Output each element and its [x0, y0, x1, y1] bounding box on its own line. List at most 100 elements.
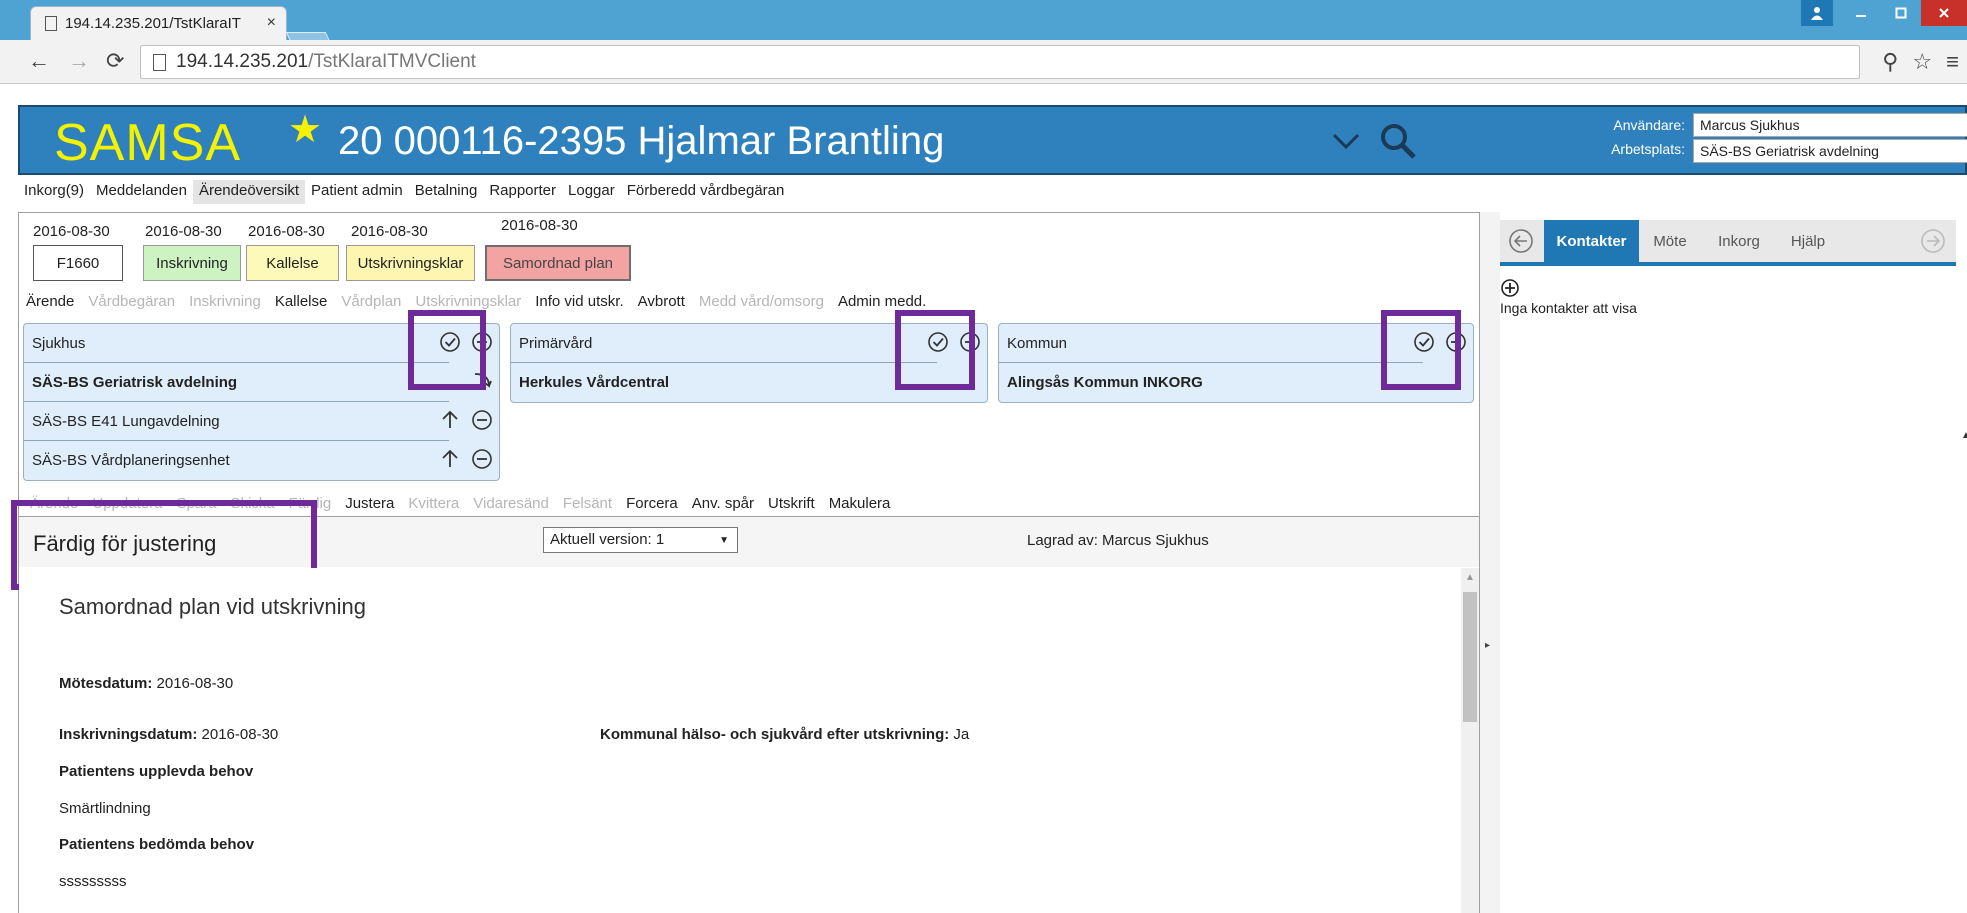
window-controls [1801, 0, 1967, 28]
primarvard-title: Primärvård [519, 334, 593, 352]
menu-patient-admin[interactable]: Patient admin [305, 180, 409, 204]
profile-icon[interactable] [1801, 0, 1833, 26]
sjukhus-unit: SÄS-BS Geriatrisk avdelning [32, 373, 238, 391]
side-tabs: Kontakter Möte Inkorg Hjälp [1500, 220, 1956, 266]
highlight-frame [408, 310, 486, 390]
arrow-up-icon[interactable] [439, 448, 461, 470]
reload-icon[interactable]: ⟳ [106, 48, 124, 74]
app-logo[interactable]: SAMSA [54, 113, 241, 173]
menu-betalning[interactable]: Betalning [409, 180, 484, 204]
arrow-right-circle-icon[interactable] [1920, 228, 1946, 254]
minus-circle-icon[interactable] [471, 448, 493, 470]
dropdown-arrow-icon: ▼ [719, 535, 729, 546]
kommunal-value: Ja [953, 726, 970, 743]
bedomda-label: Patientens bedömda behov [59, 836, 255, 853]
arrow-up-icon[interactable] [439, 409, 461, 431]
key-icon[interactable]: ⚲ [1882, 49, 1898, 75]
kommunal-label: Kommunal hälso- och sjukvård efter utskr… [600, 726, 950, 743]
action-makulera[interactable]: Makulera [822, 491, 898, 517]
action-justera[interactable]: Justera [338, 491, 401, 517]
menu-loggar[interactable]: Loggar [562, 180, 621, 204]
sjukhus-title-row: Sjukhus [24, 324, 492, 363]
bedomda-value: sssssssss [59, 873, 127, 890]
minimize-icon[interactable] [1841, 0, 1881, 26]
tab-close-icon[interactable]: × [267, 14, 276, 32]
step-kallelse[interactable]: Kallelse [246, 245, 339, 281]
version-select[interactable]: Aktuell version: 1 ▼ [543, 527, 738, 553]
primarvard-unit: Herkules Vårdcentral [519, 374, 670, 391]
tab-kontakter[interactable]: Kontakter [1544, 220, 1639, 262]
menu-inkorg[interactable]: Inkorg(9) [18, 180, 90, 204]
action-kvittera: Kvittera [408, 495, 460, 512]
search-icon[interactable] [1376, 119, 1420, 163]
user-label: Användare: [1613, 117, 1685, 133]
app-header: SAMSA ★ 20 000116-2395 Hjalmar Brantling… [18, 105, 1967, 175]
subtab-avbrott[interactable]: Avbrott [631, 291, 692, 315]
forward-arrow-icon[interactable]: → [68, 48, 90, 74]
add-contact-icon[interactable] [1500, 278, 1520, 298]
sjukhus-unit-2: SÄS-BS E41 Lungavdelning [32, 412, 220, 430]
scroll-up-icon[interactable]: ▲ [1465, 572, 1475, 583]
action-utskrift[interactable]: Utskrift [761, 491, 822, 517]
minus-circle-icon[interactable] [471, 409, 493, 431]
url-field[interactable]: 194.14.235.201/TstKlaraITMVClient [140, 45, 1860, 79]
sjukhus-unit-3: SÄS-BS Vårdplaneringsenhet [32, 452, 230, 469]
workplace-select[interactable]: SÄS-BS Geriatrisk avdelning ▼ [1693, 139, 1967, 163]
upplevda-label: Patientens upplevda behov [59, 763, 254, 780]
back-arrow-icon[interactable]: ← [28, 48, 50, 74]
subtab-kallelse[interactable]: Kallelse [268, 291, 335, 315]
tab-mote[interactable]: Möte [1639, 220, 1701, 262]
close-window-icon[interactable] [1921, 0, 1967, 26]
arrow-left-circle-icon[interactable] [1508, 228, 1534, 254]
url-path: /TstKlaraITMVClient [308, 51, 476, 72]
inskrivningsdatum-label: Inskrivningsdatum: [59, 726, 198, 743]
step-utskrivningsklar[interactable]: Utskrivningsklar [346, 245, 475, 281]
sjukhus-title: Sjukhus [32, 334, 86, 352]
step-date: 2016-08-30 [501, 217, 578, 234]
expand-arrow-icon[interactable]: ▸ [1485, 640, 1490, 651]
user-select[interactable]: Marcus Sjukhus ▼ [1693, 113, 1967, 137]
menu-icon[interactable]: ≡ [1946, 49, 1959, 75]
menu-forberedd-vardbegaran[interactable]: Förberedd vårdbegäran [621, 180, 791, 204]
menu-rapporter[interactable]: Rapporter [483, 180, 562, 204]
tab-inkorg[interactable]: Inkorg [1701, 220, 1777, 262]
page-info-icon [153, 53, 166, 71]
workplace-label: Arbetsplats: [1611, 141, 1685, 157]
action-vidaresand: Vidaresänd [473, 495, 549, 512]
step-inskrivning[interactable]: Inskrivning [143, 245, 241, 281]
maximize-icon[interactable] [1881, 0, 1921, 26]
step-date: 2016-08-30 [33, 223, 110, 240]
sjukhus-unit-row: SÄS-BS Geriatrisk avdelning [24, 363, 492, 402]
kommun-unit-row: Alingsås Kommun INKORG [999, 363, 1423, 402]
upplevda-value: Smärtlindning [59, 800, 151, 817]
kommun-title: Kommun [1007, 334, 1068, 352]
user-value: Marcus Sjukhus [1700, 117, 1800, 133]
doc-scrollbar[interactable]: ▲ [1461, 568, 1479, 913]
inskrivningsdatum-value: 2016-08-30 [201, 726, 279, 743]
highlight-frame [895, 310, 975, 390]
panel-splitter[interactable] [1480, 212, 1500, 913]
subtab-vardplan: Vårdplan [341, 293, 402, 310]
action-forcera[interactable]: Forcera [619, 491, 685, 517]
menu-arendeoversikt[interactable]: Ärendeöversikt [192, 180, 306, 204]
tab-hjalp[interactable]: Hjälp [1777, 220, 1839, 262]
highlight-frame [1381, 310, 1461, 390]
sjukhus-row-2: SÄS-BS E41 Lungavdelning [24, 402, 492, 441]
doc-title: Samordnad plan vid utskrivning [59, 594, 366, 619]
browser-tab[interactable]: 194.14.235.201/TstKlaraIT × [30, 6, 287, 40]
empty-contacts-text: Inga kontakter att visa [1500, 300, 1637, 316]
step-date: 2016-08-30 [248, 223, 325, 240]
side-panel: Kontakter Möte Inkorg Hjälp Inga kontakt… [1500, 212, 1967, 913]
subtab-vardbegaran: Vårdbegäran [88, 293, 176, 310]
scroll-up-icon[interactable]: ▲ [1961, 430, 1967, 441]
plan-document: Samordnad plan vid utskrivning Mötesdatu… [19, 568, 1479, 913]
chevron-down-icon[interactable] [1326, 121, 1366, 161]
step-samordnad-plan[interactable]: Samordnad plan [485, 245, 631, 281]
scroll-thumb[interactable] [1463, 592, 1477, 722]
star-icon[interactable]: ★ [288, 107, 322, 152]
subtab-info-vid-utskr[interactable]: Info vid utskr. [528, 291, 630, 315]
menu-meddelanden[interactable]: Meddelanden [90, 180, 193, 204]
action-anv-spar[interactable]: Anv. spår [685, 491, 761, 517]
bookmark-star-icon[interactable]: ☆ [1912, 49, 1932, 75]
subtab-arende[interactable]: Ärende [19, 291, 81, 315]
